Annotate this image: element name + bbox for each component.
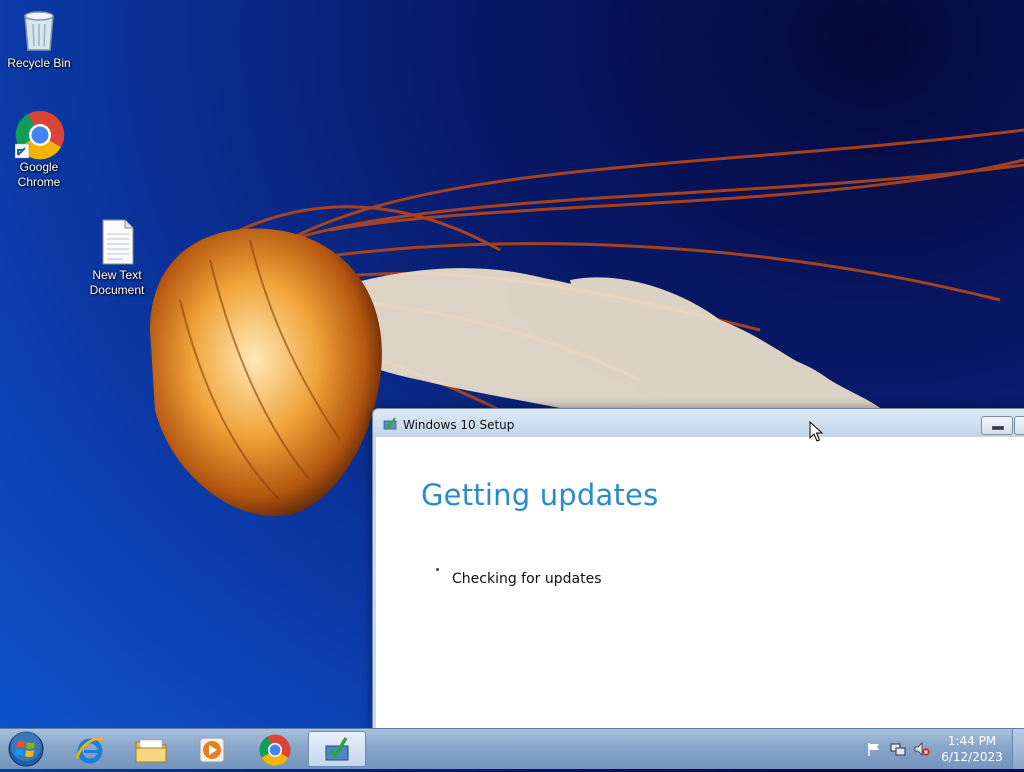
taskbar-internet-explorer[interactable] bbox=[62, 731, 118, 767]
minimize-icon bbox=[992, 426, 1004, 430]
chrome-icon bbox=[14, 110, 65, 160]
media-player-icon bbox=[199, 737, 225, 763]
taskbar-chrome[interactable] bbox=[247, 731, 303, 767]
desktop-icon-label: New Text Document bbox=[89, 268, 145, 297]
windows-orb-icon bbox=[8, 731, 44, 767]
mouse-cursor-icon bbox=[809, 421, 823, 442]
volume-muted-icon[interactable] bbox=[914, 741, 930, 757]
setup-icon bbox=[383, 417, 397, 430]
ie-icon bbox=[75, 737, 104, 764]
start-button[interactable] bbox=[6, 731, 46, 767]
status-text: Checking for updates bbox=[452, 571, 602, 587]
desktop-icon-label: Google Chrome bbox=[17, 160, 61, 189]
taskbar-clock[interactable]: 1:44 PM 6/12/2023 bbox=[940, 733, 1004, 765]
action-center-flag-icon[interactable] bbox=[866, 741, 882, 757]
maximize-button[interactable] bbox=[1014, 416, 1024, 435]
setup-window[interactable]: Windows 10 Setup Getting updates Checkin… bbox=[372, 408, 1024, 740]
system-tray: 1:44 PM 6/12/2023 bbox=[862, 729, 1012, 769]
chrome-icon bbox=[259, 734, 291, 766]
taskbar-windows-10-setup[interactable] bbox=[308, 731, 366, 767]
desktop-icon-new-text-document[interactable]: New Text Document bbox=[79, 218, 155, 298]
window-titlebar[interactable]: Windows 10 Setup bbox=[373, 409, 1024, 437]
desktop-icon-recycle-bin[interactable]: Recycle Bin bbox=[1, 6, 77, 71]
window-title: Windows 10 Setup bbox=[403, 418, 515, 432]
clock-date: 6/12/2023 bbox=[941, 750, 1003, 764]
setup-icon bbox=[325, 737, 349, 761]
desktop-icon-google-chrome[interactable]: Google Chrome bbox=[1, 110, 77, 190]
taskbar-file-explorer[interactable] bbox=[122, 731, 178, 767]
minimize-button[interactable] bbox=[981, 416, 1013, 435]
recycle-bin-icon bbox=[15, 6, 63, 54]
taskbar: 1:44 PM 6/12/2023 bbox=[0, 728, 1024, 769]
network-icon[interactable] bbox=[890, 741, 906, 757]
setup-content: Getting updates Checking for updates bbox=[376, 437, 1024, 739]
progress-dot-icon bbox=[436, 568, 439, 571]
taskbar-media-player[interactable] bbox=[184, 731, 240, 767]
clock-time: 1:44 PM bbox=[947, 734, 997, 748]
desktop-icon-label: Recycle Bin bbox=[7, 56, 71, 70]
show-desktop-button[interactable] bbox=[1012, 729, 1024, 769]
folder-icon bbox=[135, 739, 167, 763]
text-document-icon bbox=[93, 218, 141, 266]
page-title: Getting updates bbox=[421, 478, 659, 512]
